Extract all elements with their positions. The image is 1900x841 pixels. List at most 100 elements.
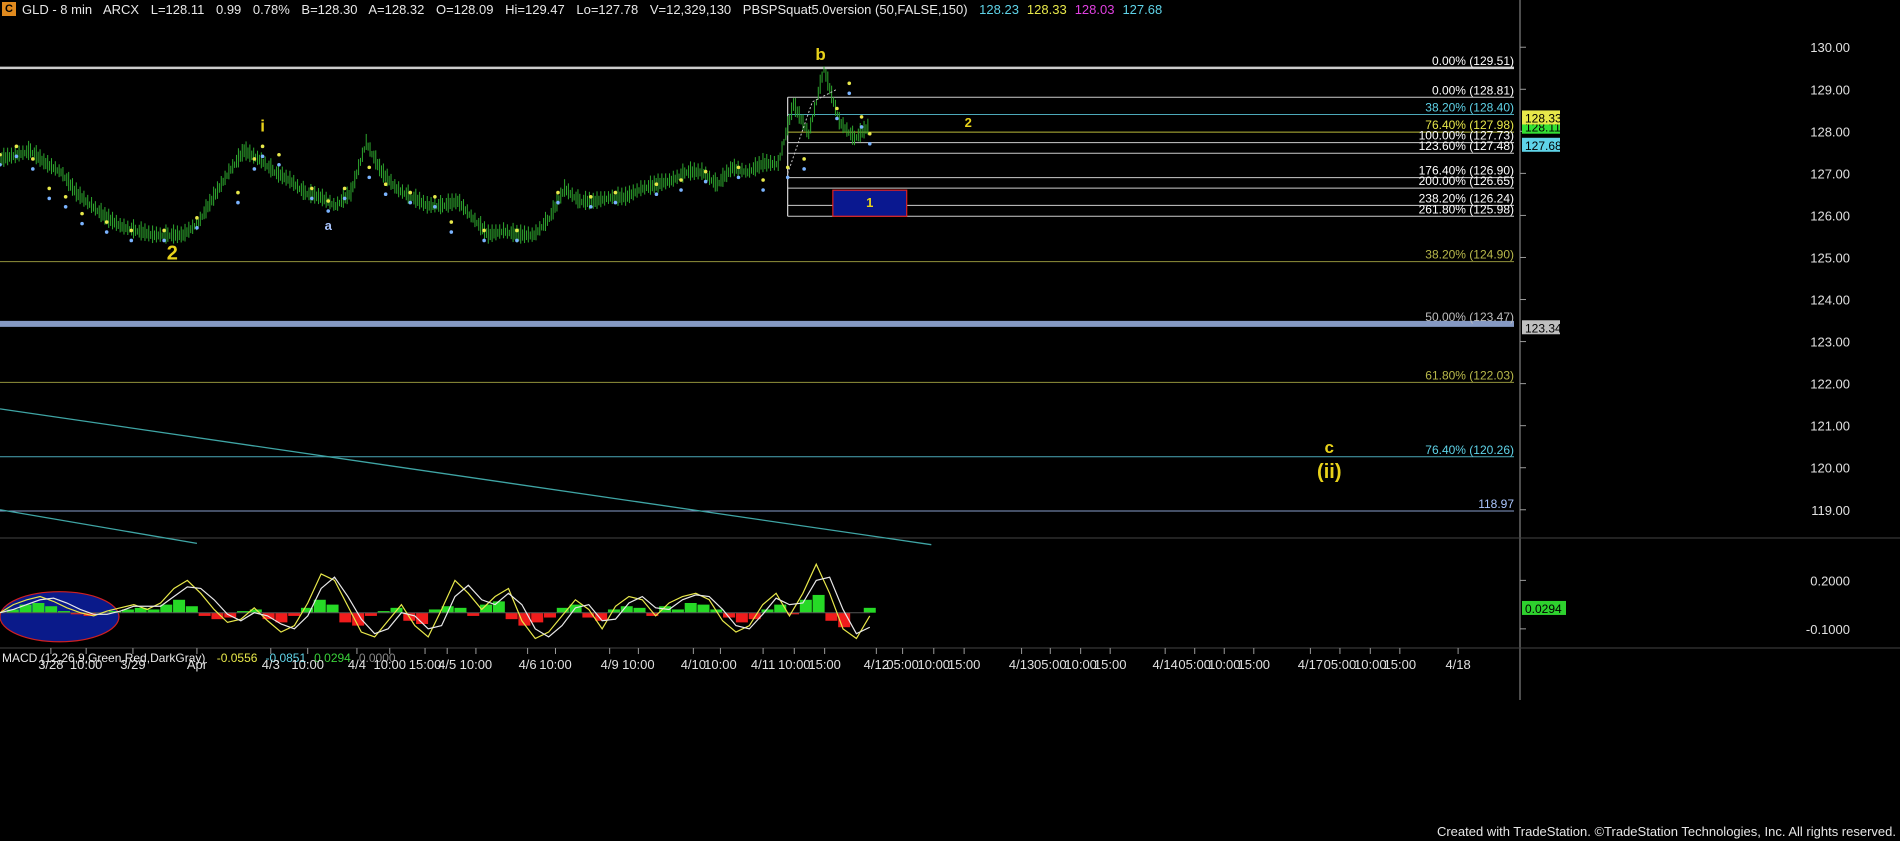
wave-label-2: a — [325, 218, 333, 233]
marker-top-3 — [47, 186, 52, 191]
marker-top-9 — [195, 216, 199, 220]
marker-top-6 — [104, 220, 109, 224]
macd-hist-26 — [326, 604, 339, 613]
macd-hist-40 — [505, 612, 518, 620]
marker-top-35 — [847, 81, 852, 86]
y-tick-label-8: 122.00 — [1810, 377, 1850, 392]
x-tick-label-35: 15:00 — [1384, 657, 1417, 672]
marker-top-33 — [802, 157, 806, 161]
macd-hist-64 — [812, 594, 825, 613]
marker-top-2 — [31, 157, 35, 161]
fib-label-11: 50.00% (123.47) — [1425, 310, 1514, 324]
macd-hist-42 — [531, 612, 544, 623]
marker-top-22 — [482, 228, 486, 233]
marker-top-16 — [342, 186, 347, 191]
y-tick-label-9: 121.00 — [1810, 419, 1850, 434]
macd-hist-68 — [863, 607, 876, 613]
fib-label-13: 76.40% (120.26) — [1425, 443, 1514, 457]
marker-bottom-21 — [449, 230, 454, 234]
x-tick-label-33: 05:00 — [1324, 657, 1357, 672]
marker-bottom-17 — [367, 175, 372, 180]
fib-label-7: 200.00% (126.65) — [1419, 174, 1514, 188]
x-tick-label-34: 10:00 — [1354, 657, 1387, 672]
marker-bottom-6 — [104, 230, 109, 234]
x-tick-label-31: 15:00 — [1238, 657, 1271, 672]
marker-top-29 — [703, 169, 708, 174]
y-tick-label-4: 126.00 — [1810, 208, 1850, 223]
x-tick-label-21: 05:00 — [886, 657, 919, 672]
marker-bottom-23 — [515, 238, 519, 243]
macd-hist-22 — [275, 612, 288, 623]
marker-bottom-22 — [482, 238, 486, 243]
macd-tick-label-0: 0.2000 — [1810, 573, 1850, 588]
marker-top-24 — [556, 190, 560, 195]
x-tick-label-15: 4/10 — [681, 657, 706, 672]
marker-bottom-12 — [260, 154, 265, 159]
x-tick-label-14: 10:00 — [622, 657, 655, 672]
y-tick-label-3: 127.00 — [1810, 166, 1850, 181]
trendline-0 — [0, 408, 932, 546]
marker-bottom-20 — [433, 205, 437, 209]
marker-top-7 — [129, 228, 134, 233]
macd-hist-15 — [185, 606, 198, 613]
marker-top-4 — [63, 195, 68, 199]
macd-hist-49 — [620, 606, 633, 613]
fib-label-12: 61.80% (122.03) — [1425, 368, 1514, 382]
x-tick-label-36: 4/18 — [1445, 657, 1470, 672]
macd-hist-54 — [684, 603, 697, 613]
marker-bottom-28 — [679, 188, 683, 192]
macd-hist-58 — [735, 612, 748, 623]
marker-bottom-26 — [613, 200, 618, 205]
marker-bottom-35 — [847, 91, 852, 96]
fib-label-9: 261.80% (125.98) — [1419, 202, 1514, 216]
macd-hist-61 — [774, 604, 787, 613]
price-badge-3: 123.34 — [1525, 321, 1562, 335]
marker-top-10 — [236, 190, 240, 195]
marker-top-15 — [326, 199, 331, 203]
x-tick-label-6: 4/4 — [348, 657, 366, 672]
fib-label-2: 38.20% (128.40) — [1425, 101, 1514, 115]
x-tick-label-10: 10:00 — [460, 657, 493, 672]
marker-top-34 — [835, 106, 839, 111]
x-tick-label-23: 15:00 — [948, 657, 981, 672]
x-tick-label-28: 4/14 — [1153, 657, 1178, 672]
y-tick-label-2: 128.00 — [1810, 124, 1850, 139]
marker-bottom-32 — [785, 175, 790, 180]
x-tick-label-26: 10:00 — [1064, 657, 1097, 672]
x-tick-label-20: 4/12 — [864, 657, 889, 672]
x-tick-label-5: 10:00 — [291, 657, 324, 672]
marker-bottom-24 — [556, 200, 560, 205]
x-tick-label-0: 3/28 — [38, 657, 63, 672]
macd-hist-27 — [339, 612, 352, 623]
macd-tick-label-1: -0.1000 — [1806, 622, 1850, 637]
x-tick-label-2: 3/29 — [120, 657, 145, 672]
macd-hist-65 — [825, 612, 838, 621]
x-tick-label-9: 4/5 — [438, 657, 456, 672]
x-tick-label-30: 10:00 — [1208, 657, 1241, 672]
x-tick-label-4: 4/3 — [262, 657, 280, 672]
fib-label-5: 123.60% (127.48) — [1419, 139, 1514, 153]
marker-top-17 — [367, 165, 372, 170]
price-badge-1: 127.68 — [1525, 139, 1562, 153]
y-tick-label-11: 119.00 — [1811, 503, 1850, 518]
macd-hist-45 — [569, 604, 582, 613]
marker-top-32 — [785, 165, 790, 170]
marker-bottom-16 — [342, 196, 347, 201]
macd-hist-36 — [454, 607, 467, 613]
marker-bottom-13 — [277, 162, 281, 167]
macd-hist-39 — [492, 601, 505, 613]
marker-top-37 — [867, 131, 872, 136]
price-bars — [0, 66, 869, 244]
marker-top-25 — [588, 195, 593, 199]
fib-label-1: 0.00% (128.81) — [1432, 83, 1514, 97]
wave-label-4: 2 — [965, 115, 972, 130]
marker-bottom-30 — [736, 175, 741, 180]
marker-bottom-15 — [326, 209, 331, 213]
price-chart[interactable]: 130.00 129.00 128.00 127.00 126.00 125.00 124.… — [0, 0, 1900, 841]
marker-top-1 — [14, 144, 19, 149]
marker-bottom-25 — [588, 205, 593, 209]
marker-bottom-9 — [195, 226, 199, 230]
marker-top-27 — [654, 182, 659, 186]
x-tick-label-1: 10:00 — [70, 657, 103, 672]
y-tick-label-7: 123.00 — [1810, 335, 1850, 350]
